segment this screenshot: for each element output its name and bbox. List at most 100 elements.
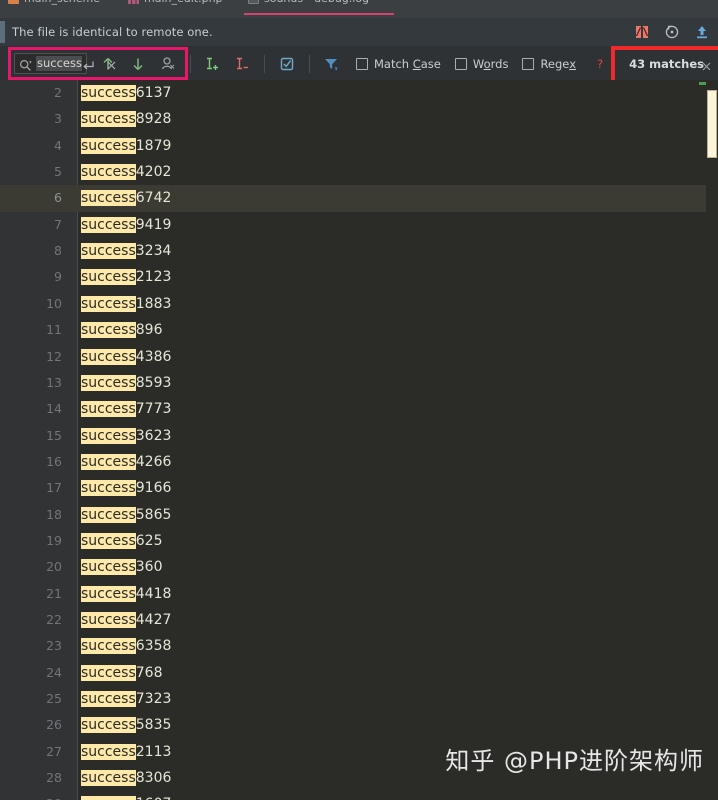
line-content[interactable]: success9166 (81, 475, 171, 501)
line-text: 4202 (135, 164, 172, 181)
checkbox-box[interactable] (522, 57, 535, 70)
line-number: 28 (46, 770, 62, 786)
editor-line[interactable]: 16 success4266 (0, 449, 718, 475)
regex-checkbox[interactable]: Regex (522, 57, 576, 71)
line-content[interactable]: success5835 (81, 712, 171, 738)
line-content[interactable]: success4202 (81, 159, 171, 185)
add-occurrence-icon[interactable] (203, 55, 221, 73)
line-number: 5 (54, 164, 62, 180)
line-content[interactable]: success3623 (81, 423, 171, 449)
line-content[interactable]: success625 (81, 528, 163, 554)
checkbox-label: Match Case (373, 56, 441, 71)
line-content[interactable]: success7773 (81, 396, 171, 422)
checkbox-box[interactable] (454, 57, 467, 70)
editor-line[interactable]: 15 success3623 (0, 423, 718, 449)
close-find-toolbar-icon[interactable] (701, 57, 712, 71)
line-number: 3 (54, 111, 62, 127)
search-match-highlight: success (81, 243, 136, 260)
line-content[interactable]: success2123 (81, 264, 171, 290)
line-content[interactable]: success8593 (81, 370, 171, 396)
line-content[interactable]: success1879 (81, 133, 171, 159)
line-text: 7773 (135, 401, 172, 418)
search-match-highlight: success (81, 111, 136, 128)
line-content[interactable]: success5865 (81, 502, 171, 528)
editor-line[interactable]: 24 success768 (0, 660, 718, 686)
editor-line[interactable]: 8 success3234 (0, 238, 718, 264)
tab-sounds-debug-log[interactable]: sounds - debug.log (248, 0, 369, 7)
words-checkbox[interactable]: Words (454, 57, 508, 71)
regex-help-icon[interactable]: ? (597, 57, 603, 71)
search-match-highlight: success (81, 295, 136, 312)
match-case-checkbox[interactable]: Match Case (355, 56, 441, 71)
editor-line[interactable]: 13 success8593 (0, 370, 718, 396)
revert-history-icon[interactable] (664, 24, 680, 40)
find-next-icon[interactable] (129, 55, 147, 73)
select-all-occurrences-icon[interactable] (159, 55, 177, 73)
editor-line[interactable]: 12 success4386 (0, 344, 718, 370)
editor-line[interactable]: 23 success6358 (0, 633, 718, 659)
editor-line[interactable]: 7 success9419 (0, 212, 718, 238)
line-number: 23 (46, 638, 62, 654)
editor-line[interactable]: 26 success5835 (0, 712, 718, 738)
compare-with-remote-icon[interactable] (634, 24, 650, 40)
line-content[interactable]: success8928 (81, 106, 171, 132)
line-content[interactable]: success4427 (81, 607, 171, 633)
tab-main-scheme[interactable]: main_scheme (8, 0, 100, 7)
code-editor[interactable]: 2 success6137 3 success8928 4 success1879 5 suc… (0, 80, 718, 800)
search-match-highlight: success (81, 85, 136, 101)
editor-line[interactable]: 11 success896 (0, 317, 718, 343)
editor-line[interactable]: 22 success4427 (0, 607, 718, 633)
editor-line[interactable]: 28 success8306 (0, 765, 718, 791)
line-content[interactable]: success360 (81, 554, 163, 580)
checkbox-box[interactable] (355, 57, 368, 70)
line-content[interactable]: success7323 (81, 686, 171, 712)
editor-line[interactable]: 2 success6137 (0, 80, 718, 106)
editor-line[interactable]: 21 success4418 (0, 581, 718, 607)
editor-line[interactable]: 19 success625 (0, 528, 718, 554)
line-content[interactable]: success6137 (81, 80, 171, 106)
line-content[interactable]: success896 (81, 317, 163, 343)
search-input[interactable]: success (14, 53, 116, 74)
line-number: 16 (46, 453, 62, 469)
line-content[interactable]: success9419 (81, 212, 171, 238)
filter-icon[interactable] (322, 55, 340, 73)
search-clear-icon[interactable] (105, 57, 118, 70)
line-content[interactable]: success6358 (81, 633, 171, 659)
tab-main-edit-php[interactable]: main_edit.php (128, 0, 223, 7)
editor-line[interactable]: 14 success7773 (0, 396, 718, 422)
editor-line[interactable]: 20 success360 (0, 554, 718, 580)
line-content[interactable]: success4266 (81, 449, 171, 475)
line-number: 17 (46, 480, 62, 496)
line-content[interactable]: success1607 (81, 791, 171, 800)
search-match-highlight: success (81, 269, 136, 286)
line-content[interactable]: success4418 (81, 581, 171, 607)
editor-line[interactable]: 9 success2123 (0, 264, 718, 290)
notification-actions (634, 18, 710, 46)
editor-line[interactable]: 27 success2113 (0, 739, 718, 765)
line-text: 1607 (136, 796, 172, 800)
scrollbar-thumb[interactable] (707, 90, 717, 158)
line-content[interactable]: success768 (81, 660, 163, 686)
orange-file-icon (8, 0, 19, 4)
editor-line[interactable]: 10 success1883 (0, 291, 718, 317)
editor-line[interactable]: 5 success4202 (0, 159, 718, 185)
upload-icon[interactable] (694, 24, 710, 40)
line-content[interactable]: success6742 (81, 185, 171, 211)
select-all-checkbox-icon[interactable] (278, 55, 296, 73)
line-content[interactable]: success1883 (81, 291, 171, 317)
line-content[interactable]: success2113 (81, 739, 171, 765)
search-enter-icon[interactable] (82, 57, 95, 70)
find-toolbar: success Match Case Words Regex ? 43 matc… (0, 46, 718, 87)
editor-line[interactable]: 18 success5865 (0, 502, 718, 528)
line-content[interactable]: success3234 (81, 238, 171, 264)
line-content[interactable]: success8306 (81, 765, 171, 791)
editor-scrollbar[interactable] (699, 80, 718, 800)
editor-line[interactable]: 17 success9166 (0, 475, 718, 501)
line-content[interactable]: success4386 (81, 344, 171, 370)
editor-line[interactable]: 3 success8928 (0, 106, 718, 132)
editor-line[interactable]: 6 success6742 (0, 185, 718, 212)
editor-line[interactable]: 25 success7323 (0, 686, 718, 712)
editor-line[interactable]: 29 success1607 (0, 791, 718, 800)
remove-occurrence-icon[interactable] (233, 55, 251, 73)
editor-line[interactable]: 4 success1879 (0, 133, 718, 159)
